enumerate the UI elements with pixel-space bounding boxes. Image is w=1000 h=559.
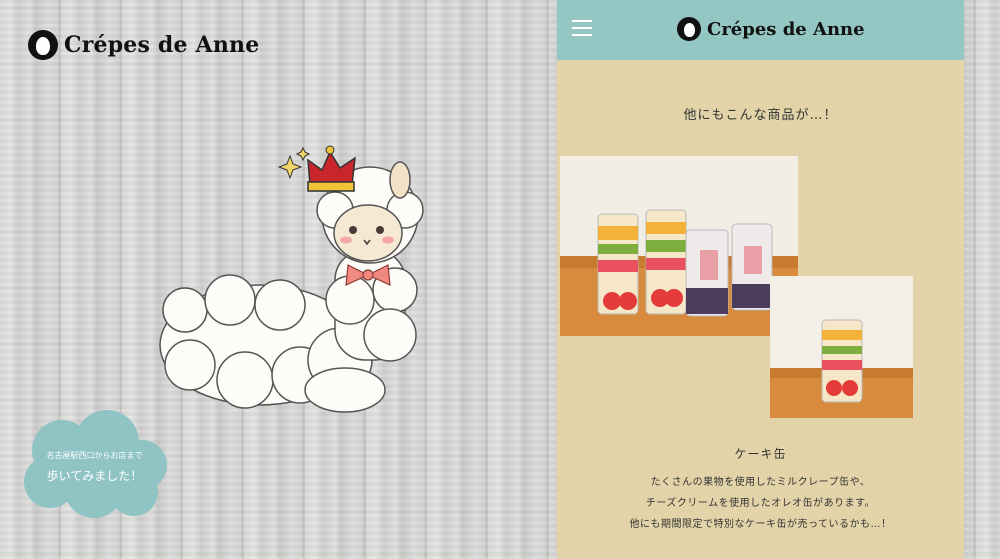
cloud-text-line1: 名古屋駅西口からお店まで xyxy=(46,451,143,460)
alpaca-illustration xyxy=(150,140,450,420)
description-line: 他にも期間限定で特別なケーキ缶が売っているかも…！ xyxy=(629,519,892,530)
mobile-panel: Crépes de Anne 他にもこんな商品が…！ ケーキ缶 たくさんの果物を… xyxy=(557,0,964,559)
description-line: チーズクリームを使用したオレオ缶があります。 xyxy=(645,498,876,509)
product-title: ケーキ缶 xyxy=(734,447,787,461)
panel-logo[interactable]: Crépes de Anne xyxy=(677,17,865,41)
logo-icon xyxy=(677,17,701,41)
cake-can-photo-group xyxy=(560,156,798,336)
cloud-text-line2: 歩いてみました！ xyxy=(46,469,143,483)
panel-logo-text: Crépes de Anne xyxy=(707,18,865,40)
walk-cloud-bubble[interactable]: 名古屋駅西口からお店まで 歩いてみました！ xyxy=(22,410,167,520)
site-logo[interactable]: Crépes de Anne xyxy=(28,30,259,60)
logo-icon xyxy=(28,30,58,60)
site-logo-text: Crépes de Anne xyxy=(64,32,260,58)
product-description: たくさんの果物を使用したミルクレープ缶や、 チーズクリームを使用したオレオ缶があ… xyxy=(557,472,964,535)
section-title: 他にもこんな商品が…！ xyxy=(683,108,838,123)
menu-icon[interactable] xyxy=(572,20,592,36)
cake-can-photo-single xyxy=(770,276,913,418)
panel-header: Crépes de Anne xyxy=(557,0,964,60)
description-line: たくさんの果物を使用したミルクレープ缶や、 xyxy=(650,477,871,488)
